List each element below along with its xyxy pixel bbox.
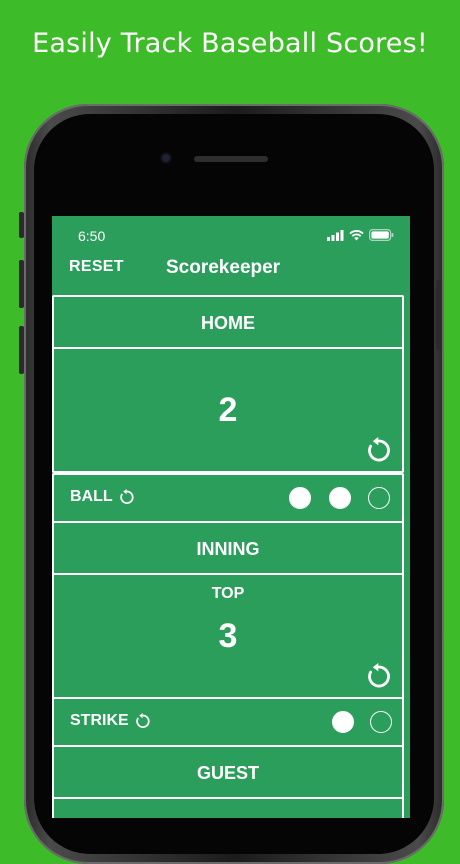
- strike-label: STRIKE: [70, 712, 129, 729]
- home-score: 2: [218, 391, 238, 429]
- ball-undo-icon[interactable]: [119, 489, 135, 505]
- status-bar: 6:50: [52, 216, 410, 256]
- guest-header: GUEST: [52, 745, 404, 799]
- app-screen: 6:50 RESET Scorekeeper HOME 2 BALL INNIN…: [52, 216, 410, 818]
- inning-half: TOP: [211, 585, 245, 602]
- reset-button[interactable]: RESET: [69, 258, 124, 276]
- inning-number: 3: [218, 617, 238, 655]
- guest-label: GUEST: [196, 763, 259, 783]
- nav-bar: RESET Scorekeeper: [52, 254, 410, 294]
- strike-indicator[interactable]: [332, 711, 354, 733]
- home-score-panel[interactable]: 2: [52, 347, 404, 473]
- page-title: Scorekeeper: [166, 257, 281, 278]
- signal-icon: [327, 229, 344, 241]
- phone-power-button: [436, 280, 441, 350]
- inning-panel[interactable]: TOP 3: [52, 573, 404, 699]
- earpiece-speaker: [194, 156, 268, 162]
- inning-header: INNING: [52, 521, 404, 575]
- phone-volume-button: [19, 212, 24, 238]
- promo-headline: Easily Track Baseball Scores!: [32, 28, 428, 59]
- battery-icon: [369, 229, 394, 241]
- status-icons: [327, 229, 394, 241]
- inning-undo-icon[interactable]: [366, 663, 392, 689]
- ball-indicator[interactable]: [368, 487, 390, 509]
- strike-indicator[interactable]: [370, 711, 392, 733]
- home-undo-icon[interactable]: [366, 437, 392, 463]
- home-header: HOME: [52, 295, 404, 349]
- phone-volume-button: [19, 260, 24, 308]
- strike-label-group: STRIKE: [70, 712, 151, 730]
- ball-indicator[interactable]: [289, 487, 311, 509]
- guest-score-panel[interactable]: [52, 797, 404, 818]
- ball-count-row: BALL: [52, 473, 404, 523]
- front-camera: [162, 154, 170, 162]
- home-label: HOME: [201, 313, 255, 333]
- phone-volume-button: [19, 326, 24, 374]
- status-time: 6:50: [78, 228, 106, 244]
- strike-undo-icon[interactable]: [135, 713, 151, 729]
- ball-indicator[interactable]: [329, 487, 351, 509]
- inning-label: INNING: [196, 539, 260, 559]
- wifi-icon: [349, 229, 364, 240]
- ball-label-group: BALL: [70, 488, 135, 506]
- strike-count-row: STRIKE: [52, 697, 404, 747]
- ball-label: BALL: [70, 488, 113, 505]
